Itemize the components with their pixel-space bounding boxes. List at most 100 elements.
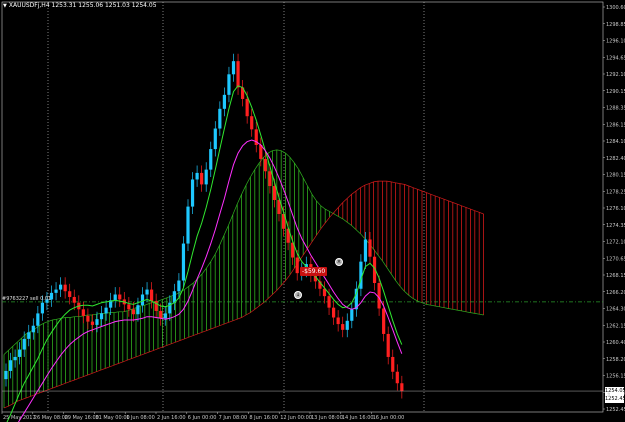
candle-body bbox=[145, 289, 149, 295]
candle-body bbox=[118, 294, 122, 300]
candle-body bbox=[341, 324, 345, 330]
price-tick-label: 1296.10 bbox=[606, 39, 625, 45]
candle-body bbox=[22, 338, 26, 350]
time-tick-label: 25 May 2017 bbox=[3, 415, 36, 421]
candle-body bbox=[81, 309, 85, 316]
price-chart[interactable]: 1300.60 1298.85 1296.10 1294.65 1292.10 1290.… bbox=[0, 0, 625, 422]
price-tick-label: 1290.15 bbox=[606, 89, 625, 95]
candle-body bbox=[236, 61, 240, 88]
candle-body bbox=[250, 116, 254, 130]
candle-body bbox=[63, 284, 67, 292]
price-tick-label: 1272.10 bbox=[606, 240, 625, 246]
price-tick-label: 1256.15 bbox=[606, 374, 625, 380]
candle-body bbox=[4, 370, 8, 380]
scale-fix-icon[interactable]: ⇕ bbox=[606, 392, 611, 399]
candle-body bbox=[27, 332, 31, 339]
sell-arrow-icon[interactable]: ↓ bbox=[294, 290, 302, 299]
price-tick-label: 1298.85 bbox=[606, 22, 625, 28]
candle-body bbox=[350, 309, 354, 321]
candle-body bbox=[200, 172, 204, 185]
time-tick-label: 12 Jun 00:00 bbox=[280, 415, 312, 421]
candle-body bbox=[391, 356, 395, 372]
candle-body bbox=[231, 61, 236, 75]
candle-body bbox=[163, 313, 167, 319]
candle-body bbox=[245, 98, 249, 117]
candle-body bbox=[159, 310, 163, 319]
candle-body bbox=[95, 319, 99, 325]
time-tick-label: 2 Jun 16:00 bbox=[157, 415, 186, 421]
candle-body bbox=[40, 302, 44, 314]
time-tick-label: 26 May 08:00 bbox=[34, 415, 68, 421]
time-tick-label: 13 Jun 08:00 bbox=[311, 415, 343, 421]
chart-window[interactable]: 1300.60 1298.85 1296.10 1294.65 1292.10 1290.… bbox=[0, 0, 625, 422]
price-tick-label: 1280.15 bbox=[606, 173, 625, 179]
time-tick-label: 6 Jun 00:00 bbox=[188, 415, 217, 421]
candle-body bbox=[227, 74, 231, 95]
time-tick-label: 14 Jun 16:00 bbox=[342, 415, 374, 421]
price-tick-label: 1276.10 bbox=[606, 206, 625, 212]
candle-body bbox=[336, 317, 340, 325]
candle-body bbox=[363, 239, 368, 262]
time-tick-label: 16 Jun 00:00 bbox=[373, 415, 405, 421]
time-tick-label: 8 Jun 16:00 bbox=[249, 415, 278, 421]
candle-body bbox=[368, 239, 372, 257]
triangle-down-icon[interactable]: ▼ bbox=[3, 3, 7, 9]
candle-body bbox=[295, 257, 299, 274]
time-tick-label: 31 May 00:00 bbox=[95, 415, 129, 421]
price-tick-label: 1270.65 bbox=[606, 256, 625, 262]
candle-body bbox=[127, 304, 131, 310]
time-tick-label: 1 Jun 08:00 bbox=[126, 415, 155, 421]
candle-body bbox=[195, 172, 199, 180]
price-tick-label: 1294.65 bbox=[606, 55, 625, 61]
candle-body bbox=[54, 289, 58, 293]
candle-body bbox=[31, 325, 35, 333]
time-tick-label: 7 Jun 08:00 bbox=[219, 415, 248, 421]
candle-body bbox=[222, 94, 226, 109]
candle-body bbox=[90, 321, 95, 325]
candle-body bbox=[268, 171, 272, 187]
candle-body bbox=[68, 291, 72, 297]
price-tick-label: 1274.35 bbox=[606, 223, 625, 229]
candle-body bbox=[272, 186, 277, 201]
candle-body bbox=[190, 179, 195, 207]
candle-body bbox=[181, 243, 186, 281]
candles bbox=[4, 53, 404, 399]
price-tick-label: 1286.15 bbox=[606, 122, 625, 128]
candle-body bbox=[8, 360, 13, 371]
candle-body bbox=[36, 313, 40, 326]
candle-body bbox=[99, 313, 104, 320]
candle-body bbox=[150, 289, 154, 302]
trade-profit-label: -$59.60 bbox=[300, 267, 328, 277]
candle-body bbox=[72, 296, 76, 303]
price-tick-label: 1260.40 bbox=[606, 340, 625, 346]
price-tick-label: 1284.10 bbox=[606, 139, 625, 145]
candle-body bbox=[113, 294, 117, 301]
candle-body bbox=[213, 128, 217, 150]
time-tick-label: 29 May 16:00 bbox=[65, 415, 99, 421]
candle-body bbox=[104, 307, 108, 314]
candle-body bbox=[86, 315, 90, 322]
ichimoku-cloud bbox=[3, 149, 485, 408]
candle-body bbox=[209, 149, 213, 170]
candle-body bbox=[177, 280, 181, 292]
candle-body bbox=[140, 294, 145, 306]
price-tick-label: 1266.20 bbox=[606, 290, 625, 296]
candle-body bbox=[131, 309, 135, 315]
candle-body bbox=[332, 307, 336, 318]
candle-body bbox=[59, 284, 63, 290]
candle-body bbox=[136, 305, 140, 315]
price-tick-label: 1264.30 bbox=[606, 307, 625, 313]
symbol-line: XAUUSDFj,H4 1253.31 1255.06 1251.03 1254… bbox=[8, 2, 157, 9]
candle-body bbox=[377, 283, 381, 309]
price-tick-label: 1268.15 bbox=[606, 273, 625, 279]
symbol-header: ▼ XAUUSDFj,H4 1253.31 1255.06 1251.03 125… bbox=[3, 2, 157, 9]
candle-body bbox=[382, 308, 386, 334]
price-tick-label: 1258.20 bbox=[606, 357, 625, 363]
candle-body bbox=[327, 296, 331, 308]
candle-body bbox=[18, 349, 22, 357]
price-tick-label: 1282.40 bbox=[606, 156, 625, 162]
candle-body bbox=[345, 320, 349, 330]
price-tick-label: 1292.10 bbox=[606, 72, 625, 78]
price-tick-label: 1288.35 bbox=[606, 106, 625, 112]
price-tick-label: 1262.15 bbox=[606, 323, 625, 329]
